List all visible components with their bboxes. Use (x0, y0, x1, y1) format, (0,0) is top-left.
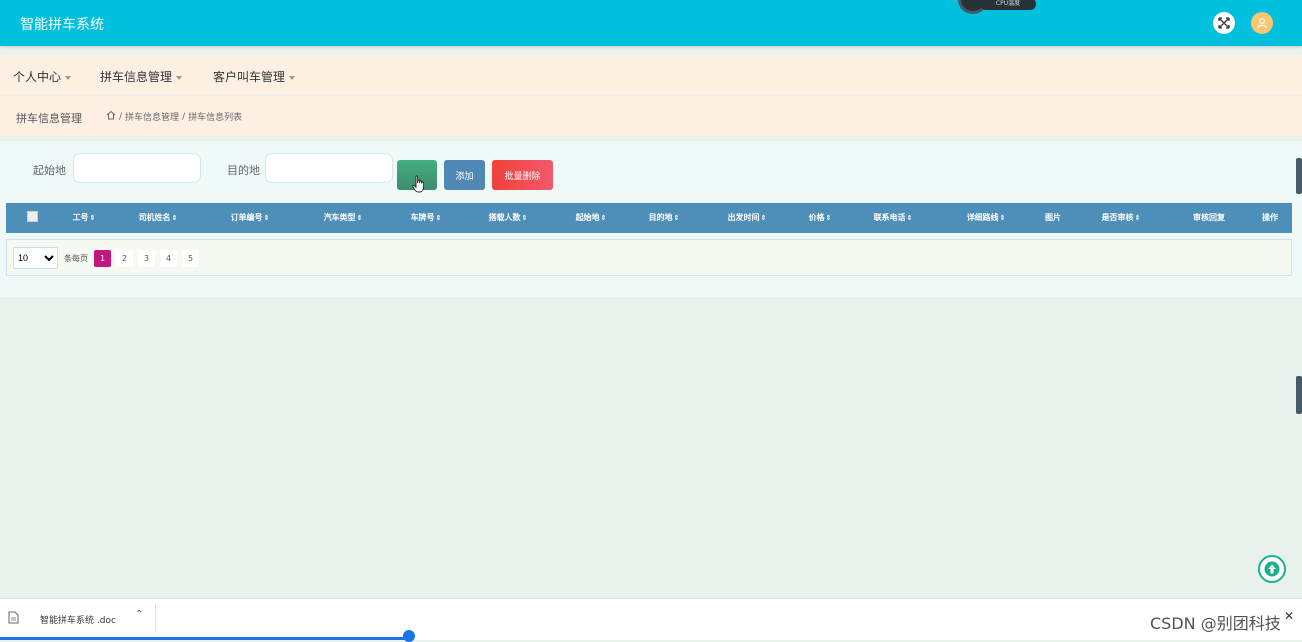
page-size-select[interactable]: 10 (13, 247, 58, 269)
destination-label: 目的地 (227, 164, 260, 177)
column-header[interactable]: 工号⇕ (73, 212, 96, 223)
watermark: CSDN @别团科技 (1150, 614, 1281, 633)
sort-icon: ⇕ (356, 214, 363, 222)
breadcrumb-item[interactable]: 拼车信息管理 (125, 110, 179, 123)
home-icon[interactable] (106, 110, 116, 123)
cpu-label: CPU温度 (980, 0, 1036, 10)
sort-icon: ⇕ (89, 214, 96, 222)
page-button[interactable]: 1 (94, 250, 111, 267)
page-button[interactable]: 3 (138, 250, 155, 267)
batch-delete-button[interactable]: 批量删除 (492, 160, 553, 190)
nav-item-personal-center[interactable]: 个人中心 (13, 68, 72, 85)
sort-icon: ⇕ (999, 214, 1006, 222)
chevron-up-icon[interactable]: ⌃ (135, 609, 143, 620)
sort-icon: ⇕ (760, 214, 767, 222)
select-all-checkbox[interactable] (27, 211, 38, 222)
column-header[interactable]: 汽车类型⇕ (324, 212, 363, 223)
sort-icon: ⇕ (263, 214, 270, 222)
column-header[interactable]: 司机姓名⇕ (139, 212, 178, 223)
column-header[interactable]: 起始地⇕ (576, 212, 607, 223)
user-avatar-icon[interactable] (1251, 12, 1273, 34)
breadcrumb-item: 拼车信息列表 (188, 113, 243, 123)
breadcrumb: / 拼车信息管理 / 拼车信息列表 (106, 110, 242, 123)
column-header[interactable]: 出发时间⇕ (728, 212, 767, 223)
sort-icon: ⇕ (906, 214, 913, 222)
column-header[interactable]: 订单编号⇕ (231, 212, 270, 223)
page-button[interactable]: 2 (116, 250, 133, 267)
download-bar: 智能拼车系统 .doc ⌃ (0, 598, 1302, 642)
caret-down-icon (289, 75, 296, 80)
start-location-input[interactable] (73, 153, 201, 183)
column-header[interactable]: 详细路线⇕ (967, 212, 1006, 223)
column-header[interactable]: 目的地⇕ (649, 212, 680, 223)
column-header: 操作 (1262, 213, 1278, 222)
per-page-label: 条每页 (64, 254, 88, 263)
add-button[interactable]: 添加 (444, 160, 485, 190)
column-header[interactable]: 车牌号⇕ (411, 212, 442, 223)
column-header: 审核回复 (1193, 213, 1225, 222)
caret-down-icon (65, 75, 72, 80)
nav-item-carpool-management[interactable]: 拼车信息管理 (100, 68, 183, 85)
sort-icon: ⇕ (673, 214, 680, 222)
download-file-name[interactable]: 智能拼车系统 .doc (40, 613, 116, 626)
back-to-top-button[interactable] (1258, 555, 1286, 583)
column-header[interactable]: 价格⇕ (809, 212, 832, 223)
scrollbar-thumb[interactable] (1296, 158, 1302, 194)
progress-knob (403, 630, 415, 642)
sort-icon: ⇕ (435, 214, 442, 222)
destination-input[interactable] (265, 153, 393, 183)
column-header[interactable]: 联系电话⇕ (874, 212, 913, 223)
nav-item-customer-call-management[interactable]: 客户叫车管理 (213, 68, 296, 85)
page-button[interactable]: 4 (160, 250, 177, 267)
close-icon[interactable]: ✕ (1284, 609, 1294, 623)
document-icon (8, 611, 19, 627)
start-location-label: 起始地 (33, 164, 66, 177)
main-nav: 个人中心 拼车信息管理 客户叫车管理 (0, 55, 1302, 95)
side-widget-handle[interactable] (1296, 376, 1302, 414)
caret-down-icon (176, 75, 183, 80)
pagination-bar: 10 条每页 1 2 3 4 5 (6, 239, 1292, 276)
sort-icon: ⇕ (521, 214, 528, 222)
table-header: 工号⇕ 司机姓名⇕ 订单编号⇕ 汽车类型⇕ 车牌号⇕ 搭载人数⇕ 起始地⇕ 目的… (6, 203, 1292, 233)
top-bar: 智能拼车系统 CPU温度 (0, 0, 1302, 46)
divider (155, 604, 156, 632)
hand-cursor-icon (412, 175, 425, 193)
breadcrumb-separator: / (182, 111, 186, 122)
breadcrumb-bar: 拼车信息管理 / 拼车信息管理 / 拼车信息列表 (0, 96, 1302, 136)
page-button[interactable]: 5 (182, 250, 199, 267)
sort-icon: ⇕ (1134, 214, 1141, 222)
page-title: 拼车信息管理 (16, 112, 82, 125)
sort-icon: ⇕ (171, 214, 178, 222)
app-title: 智能拼车系统 (20, 17, 104, 33)
column-header[interactable]: 搭载人数⇕ (489, 212, 528, 223)
column-header: 图片 (1045, 213, 1061, 222)
arrow-up-icon (1264, 561, 1280, 577)
fullscreen-icon[interactable] (1213, 12, 1235, 34)
column-header[interactable]: 是否审核⇕ (1102, 212, 1141, 223)
sort-icon: ⇕ (600, 214, 607, 222)
cpu-temperature-widget[interactable]: CPU温度 (958, 0, 1036, 14)
sort-icon: ⇕ (825, 214, 832, 222)
breadcrumb-separator: / (119, 111, 123, 122)
